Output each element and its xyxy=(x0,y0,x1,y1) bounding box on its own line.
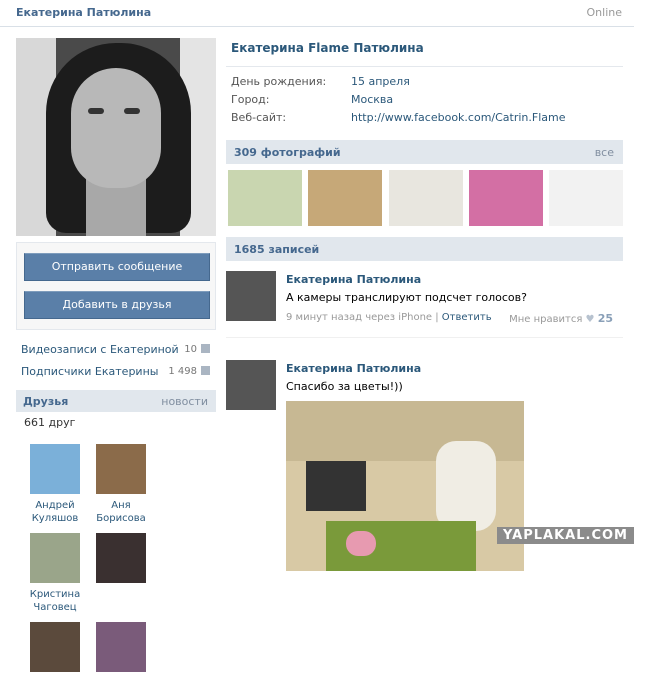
friends-count: 661 друг xyxy=(24,416,76,429)
post-author[interactable]: Екатерина Патюлина xyxy=(286,362,524,375)
info-value[interactable]: http://www.facebook.com/Catrin.Flame xyxy=(351,109,566,127)
friends-grid: Андрей Куляшов Аня Борисова Кристина Чаг… xyxy=(16,434,216,685)
info-row-website: Веб-сайт: http://www.facebook.com/Catrin… xyxy=(226,109,623,127)
left-column: Отправить сообщение Добавить в друзья Ви… xyxy=(16,38,216,685)
photos-header[interactable]: 309 фотографий все xyxy=(226,140,623,164)
photo-thumb[interactable] xyxy=(388,170,463,226)
photos-all-link[interactable]: все xyxy=(595,146,614,159)
friend-item[interactable]: Кристина Чаговец xyxy=(22,533,88,614)
info-value[interactable]: 15 апреля xyxy=(351,73,410,91)
friend-item[interactable] xyxy=(88,533,154,614)
people-icon xyxy=(201,366,210,375)
info-value[interactable]: Москва xyxy=(351,91,393,109)
profile-topbar: Екатерина Патюлина Online xyxy=(0,0,634,27)
videos-count: 10 xyxy=(184,343,197,355)
photos-title: 309 фотографий xyxy=(234,145,341,159)
like-count: 25 xyxy=(597,312,613,325)
friends-title: Друзья xyxy=(23,394,69,408)
post-meta: 9 минут назад через iPhone | Ответить Мн… xyxy=(286,312,613,325)
friend-avatar[interactable] xyxy=(96,533,146,583)
friend-first-name: Андрей xyxy=(35,500,75,511)
post-time[interactable]: 9 минут назад через iPhone xyxy=(286,312,432,323)
friends-news-link[interactable]: новости xyxy=(161,395,208,408)
friend-avatar[interactable] xyxy=(96,622,146,672)
profile-full-name: Екатерина Flame Патюлина xyxy=(231,41,424,55)
friend-last-name: Чаговец xyxy=(33,602,77,613)
like-button[interactable]: Мне нравится ♥ 25 xyxy=(509,312,613,325)
followers-count: 1 498 xyxy=(168,365,197,377)
info-label: Веб-сайт: xyxy=(231,111,287,124)
action-buttons: Отправить сообщение Добавить в друзья xyxy=(16,242,216,330)
video-icon xyxy=(201,344,210,353)
photo-thumb[interactable] xyxy=(549,170,623,226)
friend-item[interactable]: Андрей Куляшов xyxy=(22,444,88,525)
friend-avatar[interactable] xyxy=(96,444,146,494)
profile-avatar[interactable] xyxy=(16,38,216,236)
post-avatar[interactable] xyxy=(226,360,276,410)
wall-header[interactable]: 1685 записей xyxy=(226,237,623,261)
friend-item[interactable]: Аня Борисова xyxy=(88,444,154,525)
videos-label: Видеозаписи с Екатериной xyxy=(21,342,179,356)
friend-item[interactable] xyxy=(88,622,154,677)
post-text: Спасибо за цветы!)) xyxy=(286,380,403,393)
friend-last-name: Борисова xyxy=(96,513,146,524)
header-name[interactable]: Екатерина Патюлина xyxy=(16,6,151,19)
post-author[interactable]: Екатерина Патюлина xyxy=(286,273,613,286)
wall-title: 1685 записей xyxy=(234,242,320,256)
photo-thumb[interactable] xyxy=(468,170,543,226)
photo-thumb[interactable] xyxy=(228,170,302,226)
followers-label: Подписчики Екатерины xyxy=(21,364,159,378)
send-message-button[interactable]: Отправить сообщение xyxy=(24,253,210,281)
wall-post: Екатерина Патюлина А камеры транслируют … xyxy=(226,261,623,338)
profile-info: День рождения: 15 апреля Город: Москва В… xyxy=(226,66,623,127)
main-column: Екатерина Flame Патюлина День рождения: … xyxy=(226,38,623,571)
friend-avatar[interactable] xyxy=(30,444,80,494)
friend-item[interactable] xyxy=(22,622,88,677)
photo-thumb[interactable] xyxy=(308,170,383,226)
online-status: Online xyxy=(586,6,622,19)
friend-first-name: Аня xyxy=(111,500,131,511)
info-label: День рождения: xyxy=(231,75,327,88)
post-avatar[interactable] xyxy=(226,271,276,321)
friends-header[interactable]: Друзья новости xyxy=(16,390,216,412)
watermark: YAPLAKAL.COM xyxy=(497,527,634,544)
followers-link[interactable]: Подписчики Екатерины 1 498 xyxy=(16,360,216,382)
like-label: Мне нравится xyxy=(509,314,583,325)
info-row-birthday: День рождения: 15 апреля xyxy=(226,73,623,91)
photos-strip xyxy=(226,164,623,228)
heart-icon: ♥ xyxy=(585,314,595,325)
post-photo[interactable] xyxy=(286,401,524,571)
info-row-city: Город: Москва xyxy=(226,91,623,109)
friend-last-name: Куляшов xyxy=(31,513,79,524)
reply-link[interactable]: Ответить xyxy=(442,312,492,323)
friend-first-name: Кристина xyxy=(29,589,81,600)
add-friend-button[interactable]: Добавить в друзья xyxy=(24,291,210,319)
info-label: Город: xyxy=(231,93,270,106)
friend-avatar[interactable] xyxy=(30,622,80,672)
post-text: А камеры транслируют подсчет голосов? xyxy=(286,291,527,304)
friend-avatar[interactable] xyxy=(30,533,80,583)
videos-link[interactable]: Видеозаписи с Екатериной 10 xyxy=(16,338,216,360)
